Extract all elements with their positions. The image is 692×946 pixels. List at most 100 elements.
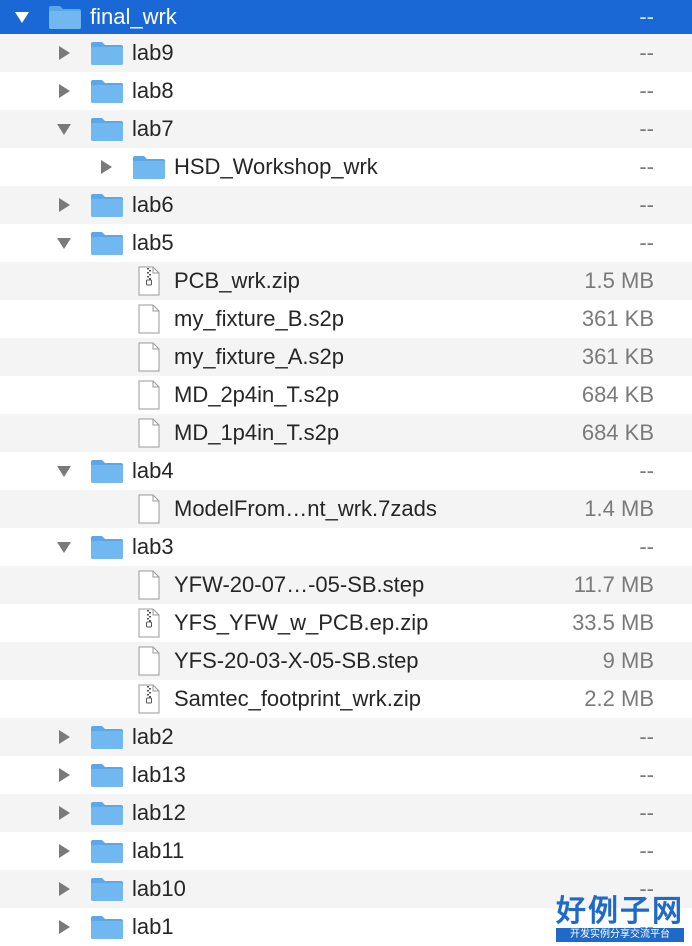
item-size: -- (639, 192, 654, 217)
file-row[interactable]: Samtec_footprint_wrk.zip 2.2 MB (0, 680, 692, 718)
folder-row[interactable]: lab3 -- (0, 528, 692, 566)
item-size: -- (639, 458, 654, 483)
folder-icon (90, 457, 124, 485)
item-name: ModelFrom…nt_wrk.7zads (174, 496, 437, 521)
folder-row[interactable]: lab4 -- (0, 452, 692, 490)
zip-file-icon (132, 684, 166, 714)
item-name: lab7 (132, 116, 174, 141)
file-row[interactable]: my_fixture_B.s2p 361 KB (0, 300, 692, 338)
folder-icon (90, 875, 124, 903)
disclosure-closed-icon[interactable] (54, 43, 74, 63)
disclosure-closed-icon[interactable] (54, 917, 74, 937)
item-size: -- (639, 4, 654, 29)
folder-icon (90, 39, 124, 67)
folder-icon (132, 153, 166, 181)
document-icon (132, 304, 166, 334)
document-icon (132, 494, 166, 524)
file-row[interactable]: MD_2p4in_T.s2p 684 KB (0, 376, 692, 414)
file-list: final_wrk -- lab9 -- lab8 -- lab7 -- HSD_Worksho… (0, 0, 692, 946)
item-name: lab3 (132, 534, 174, 559)
item-name: lab6 (132, 192, 174, 217)
disclosure-open-icon[interactable] (54, 461, 74, 481)
document-icon (132, 570, 166, 600)
disclosure-open-icon[interactable] (54, 119, 74, 139)
item-size: -- (639, 838, 654, 863)
folder-row[interactable]: lab11 -- (0, 832, 692, 870)
disclosure-closed-icon[interactable] (54, 803, 74, 823)
folder-row[interactable]: lab2 -- (0, 718, 692, 756)
item-size: 2.2 MB (584, 686, 654, 711)
item-size: 9 MB (602, 648, 654, 673)
item-name: lab8 (132, 78, 174, 103)
disclosure-closed-icon[interactable] (96, 157, 116, 177)
folder-row[interactable]: lab10 -- (0, 870, 692, 908)
item-name: lab1 (132, 914, 174, 939)
item-size: -- (639, 724, 654, 749)
folder-row[interactable]: lab9 -- (0, 34, 692, 72)
item-name: final_wrk (90, 4, 177, 29)
file-row[interactable]: YFS_YFW_w_PCB.ep.zip 33.5 MB (0, 604, 692, 642)
folder-row[interactable]: lab8 -- (0, 72, 692, 110)
document-icon (132, 342, 166, 372)
disclosure-closed-icon[interactable] (54, 879, 74, 899)
disclosure-closed-icon[interactable] (54, 841, 74, 861)
item-name: my_fixture_A.s2p (174, 344, 344, 369)
disclosure-open-icon[interactable] (54, 537, 74, 557)
document-icon (132, 646, 166, 676)
item-name: YFS_YFW_w_PCB.ep.zip (174, 610, 429, 635)
disclosure-open-icon[interactable] (54, 233, 74, 253)
folder-row[interactable]: lab6 -- (0, 186, 692, 224)
item-size: -- (639, 876, 654, 901)
zip-file-icon (132, 608, 166, 638)
item-name: lab5 (132, 230, 174, 255)
item-size: 684 KB (581, 420, 654, 445)
item-name: YFS-20-03-X-05-SB.step (174, 648, 419, 673)
file-row[interactable]: PCB_wrk.zip 1.5 MB (0, 262, 692, 300)
file-row[interactable]: YFW-20-07…-05-SB.step 11.7 MB (0, 566, 692, 604)
file-row[interactable]: YFS-20-03-X-05-SB.step 9 MB (0, 642, 692, 680)
folder-row[interactable]: HSD_Workshop_wrk -- (0, 148, 692, 186)
folder-icon (90, 799, 124, 827)
item-name: HSD_Workshop_wrk (174, 154, 378, 179)
folder-icon (90, 191, 124, 219)
disclosure-closed-icon[interactable] (54, 195, 74, 215)
item-name: YFW-20-07…-05-SB.step (174, 572, 425, 597)
item-name: PCB_wrk.zip (174, 268, 300, 293)
item-name: my_fixture_B.s2p (174, 306, 344, 331)
item-size: 684 KB (581, 382, 654, 407)
disclosure-open-icon[interactable] (12, 7, 32, 27)
item-name: MD_2p4in_T.s2p (174, 382, 340, 407)
folder-icon (90, 723, 124, 751)
item-size: 1.4 MB (584, 496, 654, 521)
item-size: 11.7 MB (573, 572, 654, 597)
file-row[interactable]: MD_1p4in_T.s2p 684 KB (0, 414, 692, 452)
folder-row[interactable]: lab13 -- (0, 756, 692, 794)
item-name: lab9 (132, 40, 174, 65)
folder-row[interactable]: lab5 -- (0, 224, 692, 262)
file-row[interactable]: my_fixture_A.s2p 361 KB (0, 338, 692, 376)
folder-row[interactable]: lab1 -- (0, 908, 692, 946)
item-name: lab12 (132, 800, 186, 825)
item-name: lab10 (132, 876, 186, 901)
file-row[interactable]: ModelFrom…nt_wrk.7zads 1.4 MB (0, 490, 692, 528)
item-name: lab13 (132, 762, 186, 787)
folder-row[interactable]: lab12 -- (0, 794, 692, 832)
disclosure-closed-icon[interactable] (54, 81, 74, 101)
disclosure-closed-icon[interactable] (54, 765, 74, 785)
folder-row[interactable]: final_wrk -- (0, 0, 692, 34)
item-name: lab4 (132, 458, 174, 483)
item-name: lab11 (132, 838, 185, 863)
item-size: 361 KB (581, 306, 654, 331)
document-icon (132, 418, 166, 448)
folder-icon (90, 115, 124, 143)
document-icon (132, 380, 166, 410)
item-size: -- (639, 116, 654, 141)
folder-icon (48, 3, 82, 31)
disclosure-closed-icon[interactable] (54, 727, 74, 747)
item-name: MD_1p4in_T.s2p (174, 420, 340, 445)
folder-row[interactable]: lab7 -- (0, 110, 692, 148)
item-name: lab2 (132, 724, 174, 749)
item-size: -- (639, 914, 654, 939)
folder-icon (90, 533, 124, 561)
item-size: 33.5 MB (572, 610, 654, 635)
